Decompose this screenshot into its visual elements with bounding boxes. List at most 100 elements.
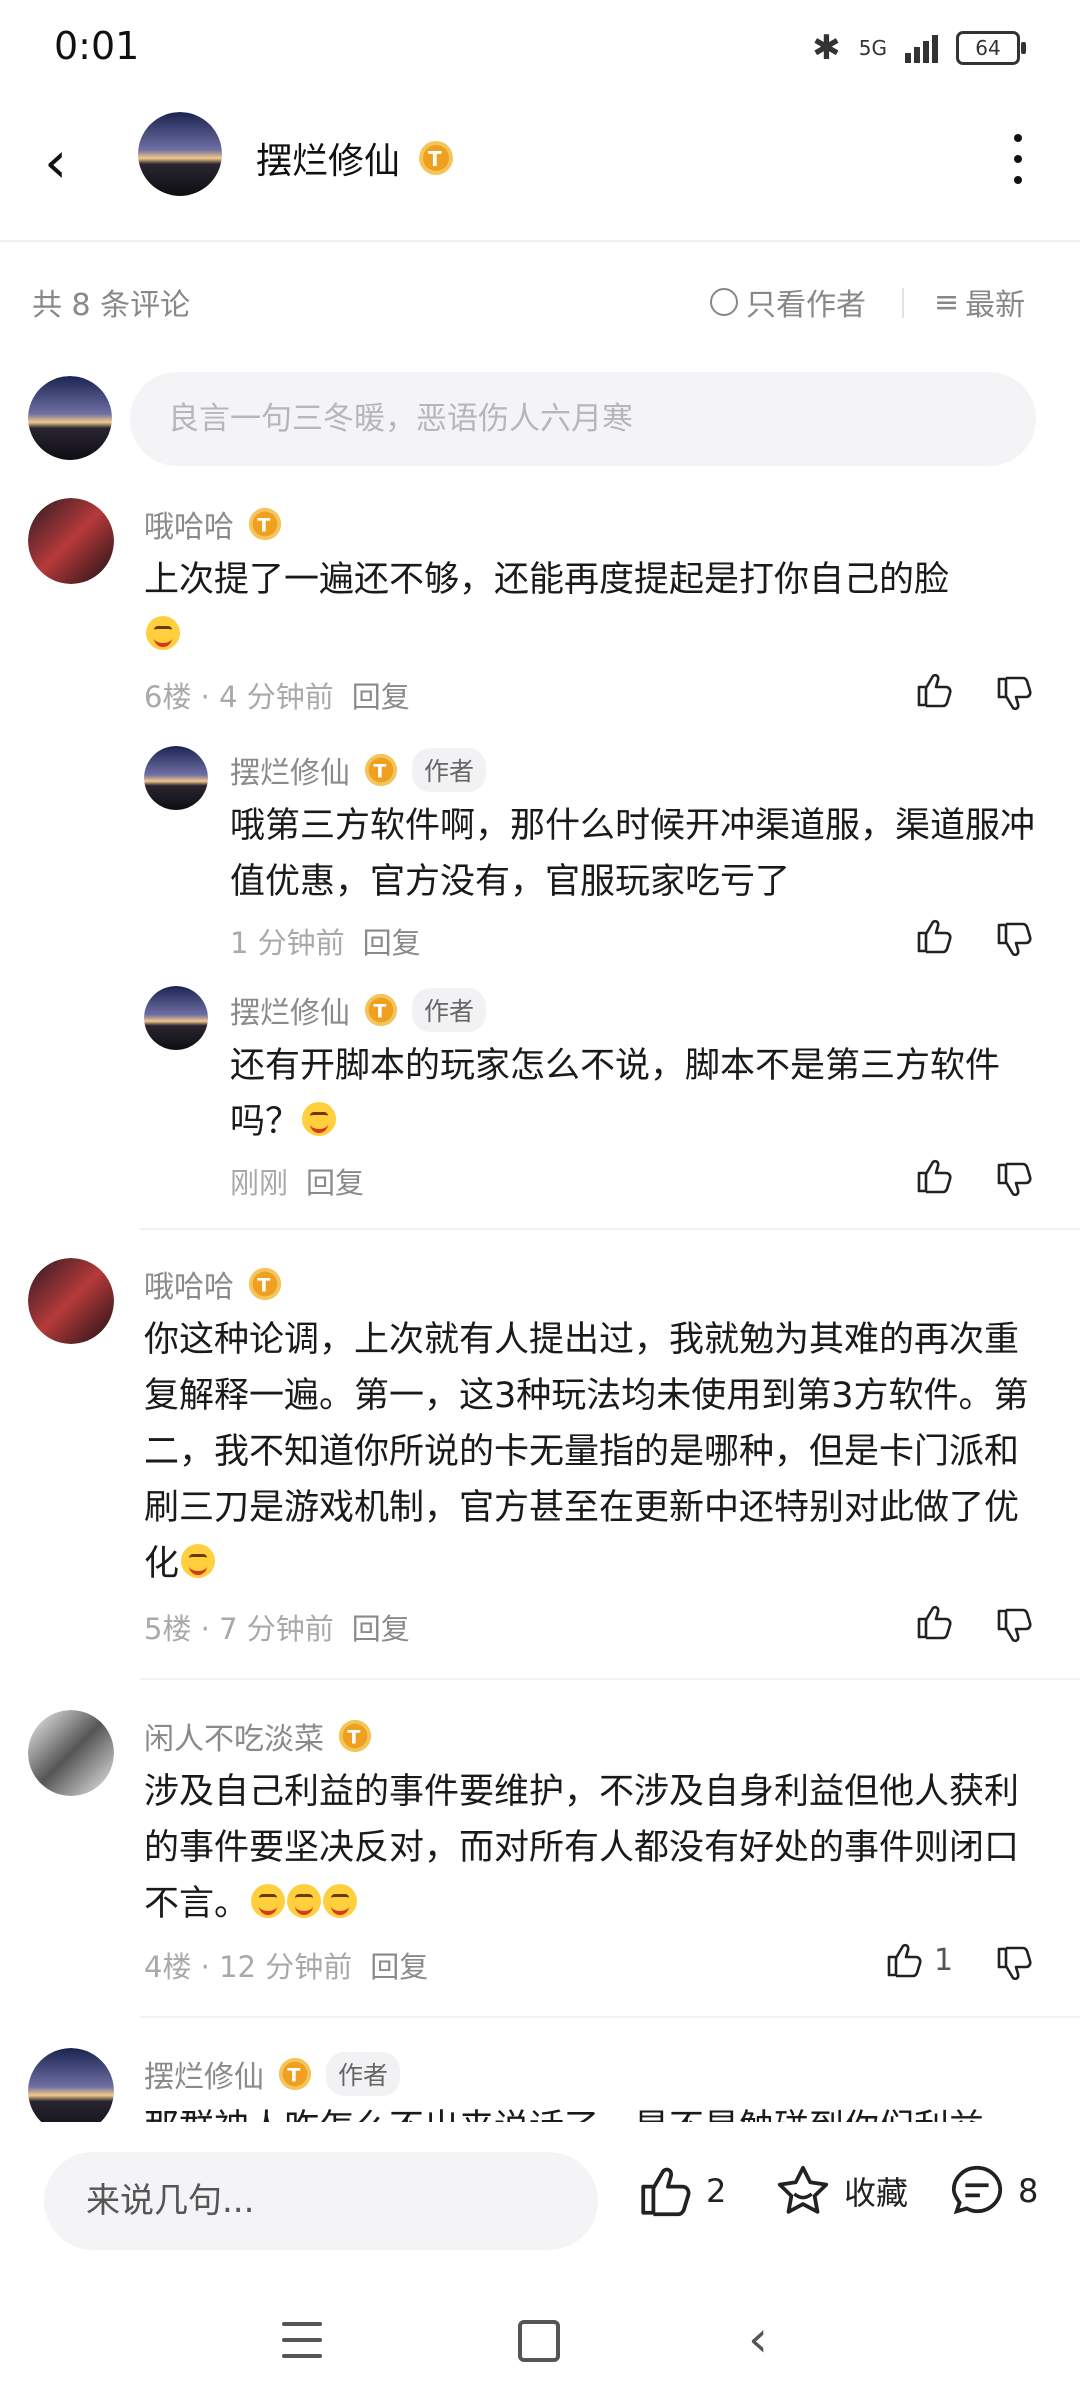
thumb-up-icon[interactable]: [914, 1156, 954, 1196]
nav-back-icon[interactable]: ‹: [748, 2310, 768, 2368]
avatar[interactable]: [28, 1258, 114, 1344]
comment-user[interactable]: 摆烂修仙 作者: [230, 748, 487, 792]
author-avatar[interactable]: [138, 112, 222, 196]
comment-user[interactable]: 哦哈哈: [144, 502, 284, 546]
avatar[interactable]: [28, 1710, 114, 1796]
only-author-label: 只看作者: [746, 288, 866, 323]
bluetooth-icon: ✱: [812, 28, 841, 68]
filter-bar: 共 8 条评论 只看作者 ≡ 最新: [0, 280, 1080, 330]
comment-meta: 5楼 · 7 分钟前 回复: [144, 1606, 410, 1648]
home-icon[interactable]: [518, 2320, 560, 2362]
floor-time: 1 分钟前: [230, 926, 345, 960]
username[interactable]: 哦哈哈: [144, 502, 234, 546]
sort-lines-icon: ≡: [934, 284, 960, 320]
thumb-down-icon[interactable]: [994, 1944, 1034, 1984]
avatar[interactable]: [28, 498, 114, 584]
like-action[interactable]: 1: [884, 1940, 953, 1980]
emoji-icon: [251, 1884, 286, 1918]
favorite-button[interactable]: 收藏: [774, 2162, 908, 2220]
like-count: 2: [706, 2172, 727, 2210]
username[interactable]: 闲人不吃淡菜: [144, 1714, 324, 1758]
reply-button[interactable]: 回复: [363, 920, 421, 962]
comment-meta: 6楼 · 4 分钟前 回复: [144, 674, 410, 716]
star-icon: [777, 2165, 829, 2214]
floor-time: 刚刚: [230, 1166, 289, 1200]
comment-meta: 4楼 · 12 分钟前 回复: [144, 1944, 428, 1986]
floor-time: 6楼 · 4 分钟前: [144, 680, 334, 714]
emoji-icon: [302, 1102, 337, 1136]
comment-text: 还有开脚本的玩家怎么不说，脚本不是第三方软件吗？: [230, 1038, 1040, 1150]
comment-meta: 刚刚 回复: [230, 1160, 364, 1202]
comment-text-content: 你这种论调，上次就有人提出过，我就勉为其难的再次重复解释一遍。第一，这3种玩法均…: [144, 1320, 1029, 1584]
thumb-up-icon[interactable]: [914, 1602, 954, 1642]
system-nav-bar: ‹: [0, 2290, 1080, 2390]
avatar[interactable]: [144, 986, 208, 1050]
comment-count: 8: [1018, 2172, 1039, 2210]
avatar[interactable]: [144, 746, 208, 810]
like-count: 1: [934, 1942, 954, 1978]
comment-user[interactable]: 闲人不吃淡菜: [144, 1714, 374, 1758]
emoji-icon: [181, 1544, 216, 1578]
comment-meta: 1 分钟前 回复: [230, 920, 421, 962]
battery-icon: 64: [956, 31, 1026, 65]
comment-user[interactable]: 哦哈哈: [144, 1262, 284, 1306]
more-vertical-icon[interactable]: [1008, 134, 1028, 184]
back-arrow-icon[interactable]: ‹: [44, 132, 104, 192]
author-tag: 作者: [412, 748, 487, 792]
thumb-up-icon[interactable]: [914, 670, 954, 710]
level-badge-icon: [336, 1717, 374, 1755]
comment-user[interactable]: 摆烂修仙 作者: [144, 2052, 401, 2096]
comment-text: 哦第三方软件啊，那什么时候开冲渠道服，渠道服冲值优惠，官方没有，官服玩家吃亏了: [230, 806, 1036, 902]
thumb-up-icon: [636, 2162, 694, 2220]
network-label: 5G: [858, 36, 887, 60]
reply-button[interactable]: 回复: [306, 1160, 364, 1202]
comment-input[interactable]: 良言一句三冬暖，恶语伤人六月寒: [130, 372, 1036, 466]
only-author-toggle[interactable]: 只看作者: [710, 280, 866, 324]
bottom-action-bar: 来说几句... 2 收藏 8: [0, 2122, 1080, 2278]
radio-icon: [710, 288, 738, 316]
username[interactable]: 哦哈哈: [144, 1262, 234, 1306]
username[interactable]: 摆烂修仙: [230, 988, 350, 1032]
status-icons: ✱ 5G 64: [812, 28, 1026, 68]
comment-text: 你这种论调，上次就有人提出过，我就勉为其难的再次重复解释一遍。第一，这3种玩法均…: [144, 1312, 1044, 1592]
thumb-down-icon[interactable]: [994, 674, 1034, 714]
status-bar: 0:01 ✱ 5G 64: [0, 0, 1080, 100]
level-badge-icon: [362, 751, 400, 789]
thumb-down-icon[interactable]: [994, 1160, 1034, 1200]
signal-icon: [905, 33, 938, 63]
level-badge-icon: [276, 2055, 314, 2093]
comment-text: 上次提了一遍还不够，还能再度提起是打你自己的脸: [144, 552, 1044, 664]
comment-user[interactable]: 摆烂修仙 作者: [230, 988, 487, 1032]
author-tag: 作者: [412, 988, 487, 1032]
reply-button[interactable]: 回复: [370, 1944, 428, 1986]
thumb-down-icon[interactable]: [994, 1606, 1034, 1646]
comments-button[interactable]: 8: [948, 2162, 1038, 2220]
username[interactable]: 摆烂修仙: [230, 748, 350, 792]
menu-icon[interactable]: [282, 2322, 322, 2358]
floor-time: 5楼 · 7 分钟前: [144, 1612, 334, 1646]
sort-label: 最新: [965, 288, 1026, 323]
sort-button[interactable]: ≡ 最新: [934, 280, 1025, 324]
comment-count: 共 8 条评论: [32, 288, 191, 323]
comment-text-content: 还有开脚本的玩家怎么不说，脚本不是第三方软件吗？: [230, 1046, 1001, 1142]
my-avatar: [28, 376, 112, 460]
emoji-icon: [323, 1884, 358, 1918]
level-badge-icon: [246, 1265, 284, 1303]
reply-button[interactable]: 回复: [352, 674, 410, 716]
thumb-up-icon[interactable]: [914, 916, 954, 956]
thumb-up-icon[interactable]: [884, 1940, 924, 1980]
favorite-label: 收藏: [844, 2174, 909, 2212]
level-badge-icon: [246, 505, 284, 543]
thumb-down-icon[interactable]: [994, 920, 1034, 960]
author-tag: 作者: [326, 2052, 401, 2096]
reply-button[interactable]: 回复: [352, 1606, 410, 1648]
reply-input[interactable]: 来说几句...: [44, 2152, 598, 2250]
like-button[interactable]: 2: [636, 2162, 726, 2220]
divider: [140, 1678, 1080, 1680]
emoji-icon: [287, 1884, 322, 1918]
page-title: 摆烂修仙: [256, 141, 401, 182]
comment-text-content: 上次提了一遍还不够，还能再度提起是打你自己的脸: [144, 560, 950, 600]
username[interactable]: 摆烂修仙: [144, 2052, 264, 2096]
divider: [140, 1228, 1080, 1230]
status-time: 0:01: [54, 24, 140, 68]
